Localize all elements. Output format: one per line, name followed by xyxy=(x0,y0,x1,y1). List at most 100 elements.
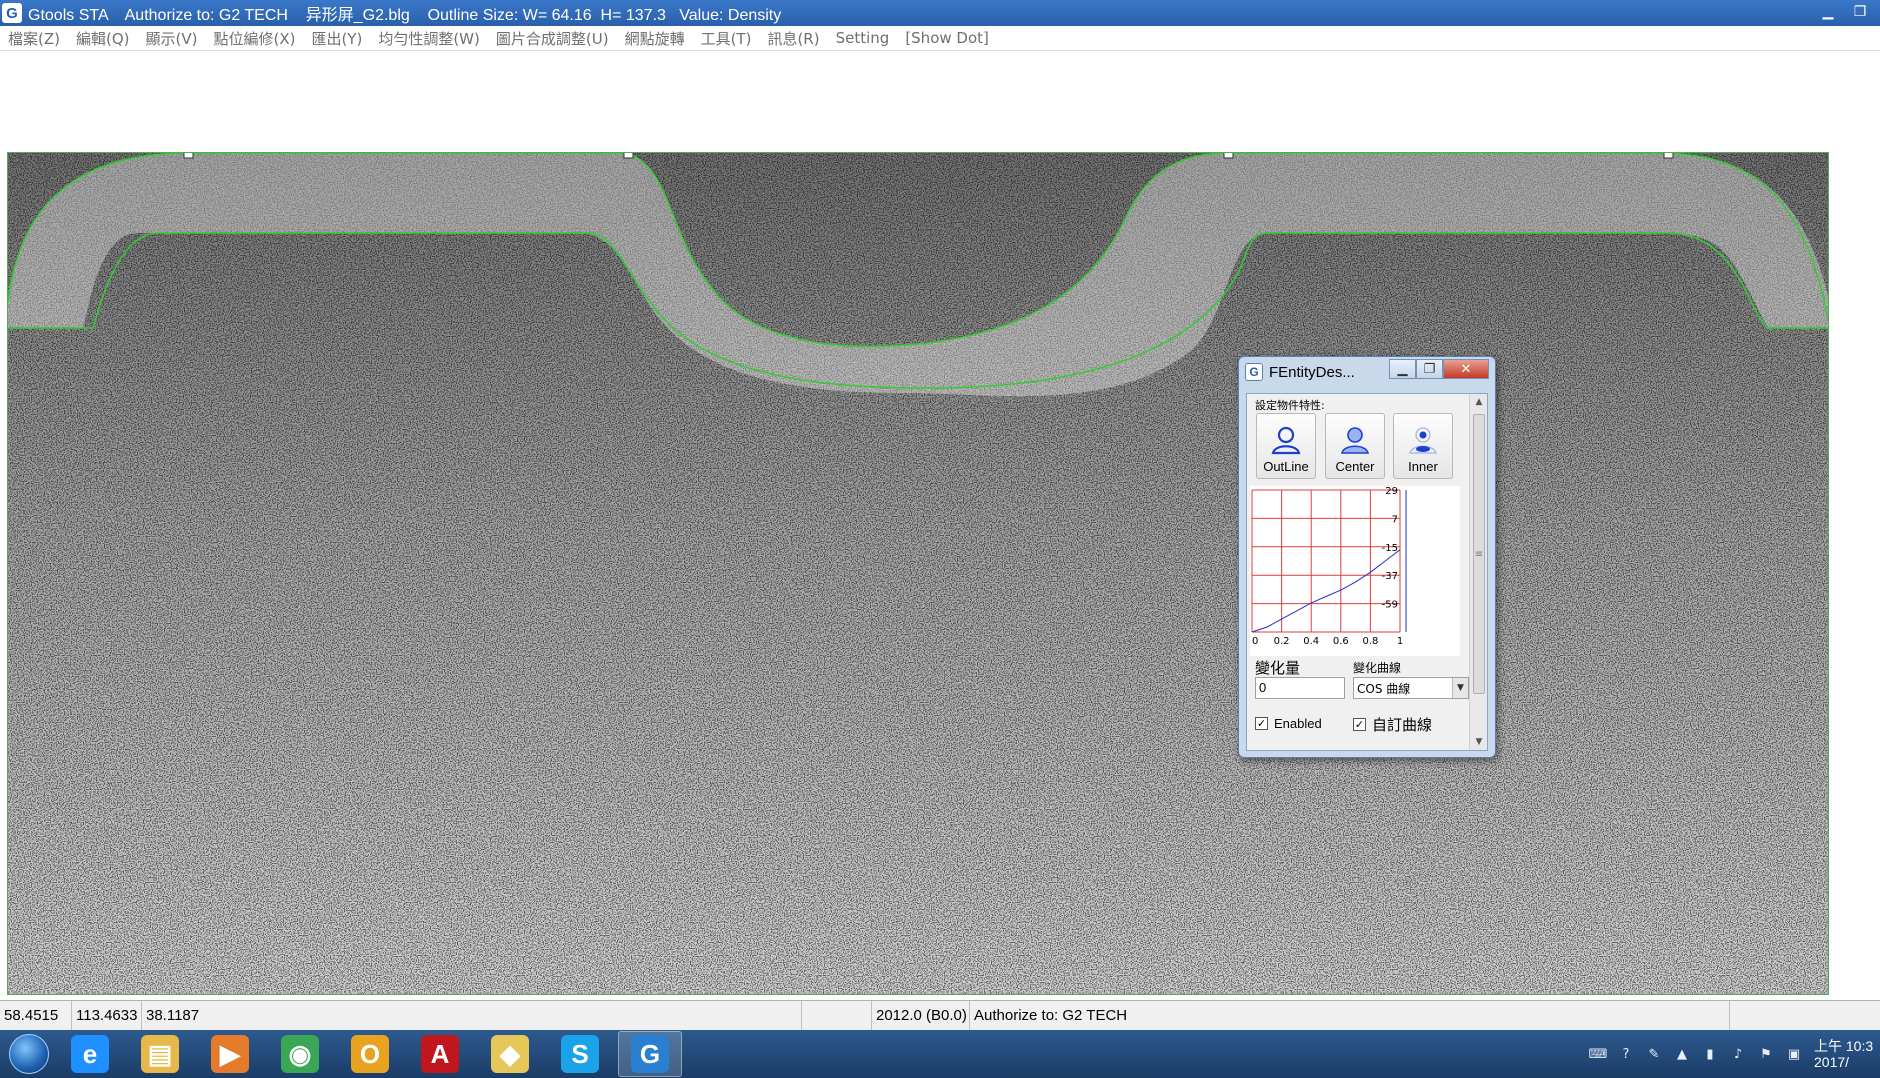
menu-view[interactable]: 顯示(V) xyxy=(146,28,198,49)
taskbar-app-button[interactable]: ◉ xyxy=(268,1031,332,1077)
menu-bar: 檔案(Z) 編輯(Q) 顯示(V) 點位編修(X) 匯出(Y) 均勻性調整(W)… xyxy=(0,26,1880,51)
taskbar-app-button[interactable]: ◆ xyxy=(478,1031,542,1077)
custom-curve-checkbox[interactable]: ✓ 自訂曲線 xyxy=(1353,714,1432,735)
menu-setting[interactable]: Setting xyxy=(836,29,890,47)
entity-design-dialog: G FEntityDes... ▁ ❐ ✕ 設定物件特性: OutLine Ce… xyxy=(1238,356,1496,758)
enabled-label: Enabled xyxy=(1274,716,1322,731)
inner-button[interactable]: Inner xyxy=(1393,413,1453,479)
window-title: Gtools STA Authorize to: G2 TECH 异形屏_G2.… xyxy=(28,7,782,24)
custom-curve-check-icon: ✓ xyxy=(1353,718,1366,731)
x-tick-label: 0.8 xyxy=(1362,636,1378,647)
scroll-thumb[interactable]: ≡ xyxy=(1473,414,1485,694)
taskbar-app-button[interactable]: ▤ xyxy=(128,1031,192,1077)
volume-icon[interactable]: ♪ xyxy=(1730,1046,1746,1062)
menu-edit[interactable]: 編輯(Q) xyxy=(76,28,130,49)
center-person-icon xyxy=(1341,427,1369,454)
menu-export[interactable]: 匯出(Y) xyxy=(311,28,362,49)
taskbar-app-button[interactable]: e xyxy=(58,1031,122,1077)
status-empty xyxy=(802,1001,872,1030)
taskbar-app-button[interactable]: G xyxy=(618,1031,682,1077)
internet-explorer-icon: e xyxy=(71,1035,109,1073)
clock-time: 上午 10:3 xyxy=(1814,1038,1874,1054)
change-amount-input[interactable]: 0 xyxy=(1255,677,1345,699)
show-hidden-icons[interactable]: ▲ xyxy=(1674,1046,1690,1062)
media-player-icon: ▶ xyxy=(211,1035,249,1073)
title-bar: G Gtools STA Authorize to: G2 TECH 异形屏_G… xyxy=(0,0,1880,26)
y-tick-label: -37 xyxy=(1382,571,1398,582)
chevron-down-icon[interactable]: ▼ xyxy=(1452,678,1468,698)
window-controls: ▁ ❐ xyxy=(1814,2,1874,22)
taskbar: e ▤ ▶ ◉ O A ◆ S G ⌨ ? ✎ ▲ ▮ ♪ ⚑ ▣ 上午 10:3 2017/ xyxy=(0,1030,1880,1078)
menu-image-compose[interactable]: 圖片合成調整(U) xyxy=(496,28,609,49)
status-version: 2012.0 (B0.0) xyxy=(872,1001,970,1030)
center-button-label: Center xyxy=(1335,459,1375,474)
y-tick-label: 29 xyxy=(1385,486,1398,497)
control-handle xyxy=(183,153,194,159)
outline-button[interactable]: OutLine xyxy=(1256,413,1316,479)
control-handle xyxy=(623,153,634,159)
y-tick-label: 7 xyxy=(1392,514,1398,525)
menu-show-dot[interactable]: [Show Dot] xyxy=(905,29,989,47)
keyboard-icon[interactable]: ⌨ xyxy=(1589,1046,1608,1062)
menu-messages[interactable]: 訊息(R) xyxy=(767,28,819,49)
acrobat-icon: A xyxy=(421,1035,459,1073)
dialog-title: FEntityDes... xyxy=(1269,363,1355,381)
curve-chart[interactable]: 29 7 -15 -37 -59 0 0.2 0.4 0.6 0.8 1 xyxy=(1250,486,1460,656)
network-icon[interactable]: ▣ xyxy=(1786,1046,1802,1062)
status-y: 113.4633 xyxy=(72,1001,142,1030)
clock-date: 2017/ xyxy=(1814,1054,1850,1070)
outline-person-icon xyxy=(1271,426,1301,455)
control-handle xyxy=(1663,153,1674,159)
x-tick-label: 1 xyxy=(1397,636,1403,647)
enabled-checkbox[interactable]: ✓ Enabled xyxy=(1255,716,1322,731)
y-tick-label: -15 xyxy=(1382,543,1398,554)
status-authorize: Authorize to: G2 TECH xyxy=(970,1001,1730,1030)
pen-icon[interactable]: ✎ xyxy=(1646,1046,1662,1062)
y-tick-label: -59 xyxy=(1382,600,1398,611)
dialog-body: 設定物件特性: OutLine Center Inner 29 7 -15 -3… xyxy=(1246,393,1488,751)
center-button[interactable]: Center xyxy=(1325,413,1385,479)
menu-uniformity[interactable]: 均勻性調整(W) xyxy=(378,28,480,49)
file-explorer-icon: ▤ xyxy=(141,1035,179,1073)
change-amount-label: 變化量 xyxy=(1255,659,1301,677)
maximize-button[interactable]: ❐ xyxy=(1846,2,1874,22)
folder-icon: ◆ xyxy=(491,1035,529,1073)
enabled-check-icon: ✓ xyxy=(1255,717,1268,730)
x-tick-label: 0.6 xyxy=(1333,636,1349,647)
x-tick-label: 0.2 xyxy=(1274,636,1290,647)
dialog-window-controls: ▁ ❐ ✕ xyxy=(1389,359,1489,379)
flag-icon[interactable]: ⚑ xyxy=(1758,1046,1774,1062)
battery-icon[interactable]: ▮ xyxy=(1702,1046,1718,1062)
chrome-icon: ◉ xyxy=(281,1035,319,1073)
taskbar-app-button[interactable]: S xyxy=(548,1031,612,1077)
dialog-close-button[interactable]: ✕ xyxy=(1443,359,1489,379)
menu-dot-rotate[interactable]: 網點旋轉 xyxy=(625,28,685,49)
menu-tools[interactable]: 工具(T) xyxy=(701,28,752,49)
curve-line xyxy=(1251,549,1401,633)
menu-file[interactable]: 檔案(Z) xyxy=(8,28,60,49)
help-icon[interactable]: ? xyxy=(1618,1046,1634,1062)
x-tick-label: 0 xyxy=(1252,636,1258,647)
taskbar-app-button[interactable]: O xyxy=(338,1031,402,1077)
taskbar-app-button[interactable]: A xyxy=(408,1031,472,1077)
status-z: 38.1187 xyxy=(142,1001,802,1030)
dialog-scrollbar[interactable]: ▲ ≡ ▼ xyxy=(1469,394,1487,750)
dot-pattern-canvas[interactable] xyxy=(7,152,1829,995)
scroll-up-icon[interactable]: ▲ xyxy=(1470,394,1487,410)
windows-orb-icon xyxy=(9,1034,49,1074)
dialog-app-icon: G xyxy=(1245,363,1263,381)
menu-point-edit[interactable]: 點位編修(X) xyxy=(213,28,295,49)
inner-button-label: Inner xyxy=(1408,459,1438,474)
scroll-down-icon[interactable]: ▼ xyxy=(1470,734,1487,750)
skype-icon: S xyxy=(561,1035,599,1073)
taskbar-app-button[interactable]: ▶ xyxy=(198,1031,262,1077)
start-button[interactable] xyxy=(0,1030,58,1078)
status-x: 58.4515 xyxy=(0,1001,72,1030)
change-curve-value: COS 曲線 xyxy=(1357,681,1411,696)
dialog-maximize-button[interactable]: ❐ xyxy=(1416,359,1443,379)
change-curve-select[interactable]: COS 曲線 ▼ xyxy=(1353,677,1469,699)
app-icon[interactable]: G xyxy=(2,3,22,23)
minimize-button[interactable]: ▁ xyxy=(1814,2,1842,22)
dialog-minimize-button[interactable]: ▁ xyxy=(1389,359,1416,379)
clock[interactable]: 上午 10:3 2017/ xyxy=(1814,1038,1876,1070)
